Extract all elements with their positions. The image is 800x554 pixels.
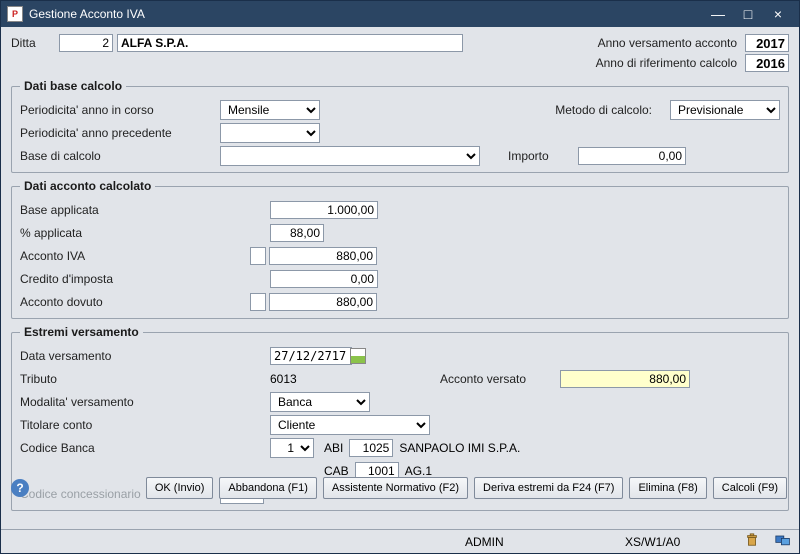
periodicita-corso-select[interactable]: Mensile (220, 100, 320, 120)
periodicita-prec-label: Periodicita' anno precedente (20, 126, 220, 140)
codice-banca-label: Codice Banca (20, 441, 220, 455)
credito-imposta-label: Credito d'imposta (20, 272, 220, 286)
base-applicata-input[interactable] (270, 201, 378, 219)
acconto-versato-label: Acconto versato (440, 372, 560, 386)
modalita-versamento-label: Modalita' versamento (20, 395, 220, 409)
base-calcolo-label: Base di calcolo (20, 149, 220, 163)
importo-input[interactable] (578, 147, 686, 165)
abi-input[interactable] (349, 439, 393, 457)
periodicita-prec-select[interactable] (220, 123, 320, 143)
metodo-calcolo-select[interactable]: Previsionale (670, 100, 780, 120)
cab-desc: AG.1 (405, 464, 432, 478)
anno-riferimento-label: Anno di riferimento calcolo (596, 56, 737, 70)
section-dati-base: Dati base calcolo Periodicita' anno in c… (11, 79, 789, 173)
section-estremi-versamento-legend: Estremi versamento (20, 325, 143, 339)
window-body: Ditta Anno versamento acconto Anno di ri… (1, 27, 799, 529)
acconto-iva-checkbox[interactable] (250, 247, 266, 265)
titolare-conto-label: Titolare conto (20, 418, 220, 432)
maximize-button[interactable]: □ (733, 6, 763, 22)
screens-icon[interactable] (775, 533, 791, 550)
data-versamento-input[interactable] (270, 347, 352, 365)
cab-label: CAB (324, 464, 349, 478)
banca-name: SANPAOLO IMI S.P.A. (399, 441, 520, 455)
base-calcolo-select[interactable] (220, 146, 480, 166)
titlebar: P Gestione Acconto IVA — □ × (1, 1, 799, 27)
statusbar-code: XS/W1/A0 (625, 535, 735, 549)
anno-riferimento-input[interactable] (745, 54, 789, 72)
section-dati-base-legend: Dati base calcolo (20, 79, 126, 93)
button-bar: OK (Invio) Abbandona (F1) Assistente Nor… (1, 477, 799, 499)
data-versamento-label: Data versamento (20, 349, 220, 363)
deriva-button[interactable]: Deriva estremi da F24 (F7) (474, 477, 623, 499)
titolare-conto-select[interactable]: Cliente (270, 415, 430, 435)
abbandona-button[interactable]: Abbandona (F1) (219, 477, 317, 499)
assistente-button[interactable]: Assistente Normativo (F2) (323, 477, 468, 499)
acconto-iva-label: Acconto IVA (20, 249, 220, 263)
perc-applicata-input[interactable] (270, 224, 324, 242)
calcoli-button[interactable]: Calcoli (F9) (713, 477, 787, 499)
section-acconto-calcolato: Dati acconto calcolato Base applicata % … (11, 179, 789, 319)
codice-banca-select[interactable]: 1 (270, 438, 314, 458)
calendar-icon[interactable] (350, 348, 366, 364)
window-root: P Gestione Acconto IVA — □ × Ditta Anno … (0, 0, 800, 554)
trash-icon[interactable] (745, 533, 759, 550)
elimina-button[interactable]: Elimina (F8) (629, 477, 706, 499)
base-applicata-label: Base applicata (20, 203, 220, 217)
window-title: Gestione Acconto IVA (29, 7, 703, 21)
acconto-dovuto-checkbox[interactable] (250, 293, 266, 311)
acconto-versato-input[interactable] (560, 370, 690, 388)
modalita-versamento-select[interactable]: Banca (270, 392, 370, 412)
periodicita-corso-label: Periodicita' anno in corso (20, 103, 220, 117)
abi-label: ABI (324, 441, 343, 455)
importo-label: Importo (508, 149, 578, 163)
ditta-number-input[interactable] (59, 34, 113, 52)
close-button[interactable]: × (763, 6, 793, 22)
metodo-calcolo-label: Metodo di calcolo: (555, 103, 652, 117)
tributo-label: Tributo (20, 372, 220, 386)
app-icon: P (7, 6, 23, 22)
ditta-label: Ditta (11, 36, 59, 50)
minimize-button[interactable]: — (703, 6, 733, 22)
statusbar-user: ADMIN (465, 535, 615, 549)
section-acconto-calcolato-legend: Dati acconto calcolato (20, 179, 155, 193)
acconto-iva-input[interactable] (269, 247, 377, 265)
ditta-name-input[interactable] (117, 34, 463, 52)
perc-applicata-label: % applicata (20, 226, 220, 240)
acconto-dovuto-input[interactable] (269, 293, 377, 311)
anno-versamento-input[interactable] (745, 34, 789, 52)
credito-imposta-input[interactable] (270, 270, 378, 288)
tributo-value: 6013 (270, 372, 370, 386)
anno-versamento-label: Anno versamento acconto (598, 36, 737, 50)
ok-button[interactable]: OK (Invio) (146, 477, 214, 499)
acconto-dovuto-label: Acconto dovuto (20, 295, 220, 309)
statusbar: ADMIN XS/W1/A0 (1, 529, 799, 553)
